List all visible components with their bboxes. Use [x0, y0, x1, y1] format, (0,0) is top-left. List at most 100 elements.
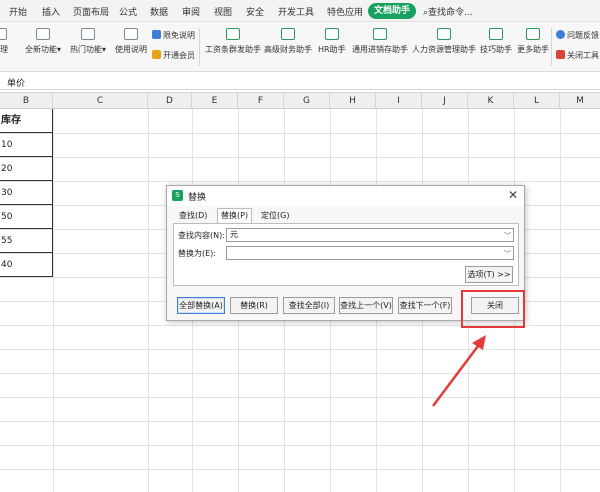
find-all-button[interactable]: 查找全部(I)	[283, 297, 335, 314]
new-features-icon	[36, 28, 50, 40]
menu-bar: 开始 插入 页面布局 公式 数据 审阅 视图 安全 开发工具 特色应用 文档助手…	[0, 0, 600, 22]
ribbon-more-button[interactable]: 更多助手	[517, 28, 549, 55]
tab-replace[interactable]: 替换(P)	[217, 208, 253, 223]
column-header-m[interactable]: M	[560, 93, 600, 109]
ribbon-label: 技巧助手	[480, 45, 512, 54]
find-previous-button[interactable]: 查找上一个(V)	[339, 297, 393, 314]
cell-stock-header[interactable]: 库存	[0, 109, 53, 133]
column-header-e[interactable]: E	[192, 93, 238, 109]
ribbon-new-features-button[interactable]: 全新功能▾	[25, 28, 61, 55]
replace-label: 替换为(E):	[178, 249, 216, 258]
ribbon-label: 使用说明	[115, 45, 147, 54]
dialog-title: 替换	[188, 193, 207, 203]
hot-features-icon	[81, 28, 95, 40]
ribbon-toolbar: 处理 全新功能▾ 热门功能▾ 使用说明 限免说明 开通会员 工资条群发助手 高级…	[0, 22, 600, 72]
replace-all-button[interactable]: 全部替换(A)	[177, 297, 225, 314]
dialog-title-bar[interactable]: S 替换 ✕	[167, 186, 524, 206]
formula-bar[interactable]: 单价	[0, 73, 600, 90]
column-header-b[interactable]: B	[0, 93, 53, 109]
ribbon-label: HR助手	[318, 45, 346, 54]
close-button-highlight	[461, 290, 525, 328]
close-tool-button[interactable]: 关闭工具	[556, 50, 599, 61]
options-button[interactable]: 选项(T) >>	[465, 266, 513, 283]
cell-stock-4[interactable]: 50	[0, 205, 53, 229]
inventory-icon	[373, 28, 387, 40]
tag-icon	[152, 30, 161, 39]
column-header-f[interactable]: F	[238, 93, 284, 109]
command-search[interactable]: ⌕查找命令...	[423, 5, 473, 18]
menu-view[interactable]: 视图	[214, 5, 232, 18]
ribbon-label: 人力资源管理助手	[412, 45, 476, 54]
ribbon-separator	[199, 28, 200, 66]
tips-icon	[489, 28, 503, 40]
ribbon-inventory-button[interactable]: 通用进销存助手	[352, 28, 408, 55]
cell-stock-5[interactable]: 55	[0, 229, 53, 253]
process-icon	[0, 28, 7, 40]
ribbon-process-button[interactable]: 处理	[0, 28, 8, 55]
column-header-i[interactable]: I	[376, 93, 422, 109]
replace-button[interactable]: 替换(R)	[230, 297, 278, 314]
wps-logo-icon: S	[172, 190, 183, 201]
column-header-k[interactable]: K	[468, 93, 514, 109]
ribbon-label: 高级财务助手	[264, 45, 312, 54]
ribbon-separator	[551, 28, 552, 66]
crown-icon	[152, 50, 161, 59]
ribbon-small-label: 限免说明	[163, 31, 195, 40]
ribbon-small-label: 关闭工具	[567, 51, 599, 60]
formula-content: 单价	[7, 79, 26, 89]
ribbon-finance-button[interactable]: 高级财务助手	[264, 28, 312, 55]
ribbon-small-label: 开通会员	[163, 51, 195, 60]
replace-panel: 查找内容(N): 元 ﹀ 替换为(E): ﹀ 选项(T) >>	[173, 223, 519, 286]
ribbon-hr-button[interactable]: HR助手	[318, 28, 346, 55]
ribbon-label: 更多助手	[517, 45, 549, 54]
column-header-j[interactable]: J	[422, 93, 468, 109]
ribbon-payslip-button[interactable]: 工资条群发助手	[205, 28, 261, 55]
menu-formulas[interactable]: 公式	[119, 5, 137, 18]
ribbon-label: 通用进销存助手	[352, 45, 408, 54]
menu-features[interactable]: 特色应用	[327, 5, 363, 18]
cell-stock-6[interactable]: 40	[0, 253, 53, 277]
cell-stock-2[interactable]: 20	[0, 157, 53, 181]
ribbon-instructions-button[interactable]: 使用说明	[115, 28, 147, 55]
column-header-c[interactable]: C	[53, 93, 148, 109]
menu-insert[interactable]: 插入	[42, 5, 60, 18]
ribbon-hr-management-button[interactable]: 人力资源管理助手	[412, 28, 476, 55]
instructions-icon	[124, 28, 138, 40]
close-tool-icon	[556, 50, 565, 59]
hr-icon	[324, 28, 339, 40]
find-input[interactable]: 元 ﹀	[226, 228, 514, 242]
column-headers: B C D E F G H I J K L M	[0, 92, 600, 109]
ribbon-label: 热门功能	[70, 45, 102, 54]
chevron-down-icon[interactable]: ﹀	[504, 248, 511, 260]
menu-security[interactable]: 安全	[246, 5, 264, 18]
menu-review[interactable]: 审阅	[182, 5, 200, 18]
open-membership-button[interactable]: 开通会员	[152, 50, 195, 61]
hr-management-icon	[437, 28, 451, 40]
payslip-icon	[226, 28, 240, 40]
cell-stock-1[interactable]: 10	[0, 133, 53, 157]
dialog-close-icon[interactable]: ✕	[508, 188, 518, 202]
find-value: 元	[230, 230, 238, 239]
menu-page-layout[interactable]: 页面布局	[73, 5, 109, 18]
column-header-h[interactable]: H	[330, 93, 376, 109]
column-header-l[interactable]: L	[514, 93, 560, 109]
column-header-d[interactable]: D	[148, 93, 192, 109]
ribbon-hot-features-button[interactable]: 热门功能▾	[70, 28, 106, 55]
replace-input[interactable]: ﹀	[226, 246, 514, 260]
menu-developer[interactable]: 开发工具	[278, 5, 314, 18]
chevron-down-icon[interactable]: ﹀	[504, 230, 511, 242]
cell-stock-3[interactable]: 30	[0, 181, 53, 205]
feedback-button[interactable]: 问题反馈	[556, 30, 599, 41]
menu-home[interactable]: 开始	[9, 5, 27, 18]
ribbon-process-label: 处理	[0, 45, 8, 54]
free-trial-note-button[interactable]: 限免说明	[152, 30, 195, 41]
menu-data[interactable]: 数据	[150, 5, 168, 18]
ribbon-tips-button[interactable]: 技巧助手	[480, 28, 512, 55]
more-assistants-icon	[526, 28, 540, 40]
column-header-g[interactable]: G	[284, 93, 330, 109]
tab-goto[interactable]: 定位(G)	[258, 209, 292, 223]
tab-find[interactable]: 查找(D)	[176, 209, 210, 223]
menu-doc-assistant[interactable]: 文档助手	[368, 3, 417, 19]
find-next-button[interactable]: 查找下一个(F)	[398, 297, 452, 314]
ribbon-label: 工资条群发助手	[205, 45, 261, 54]
